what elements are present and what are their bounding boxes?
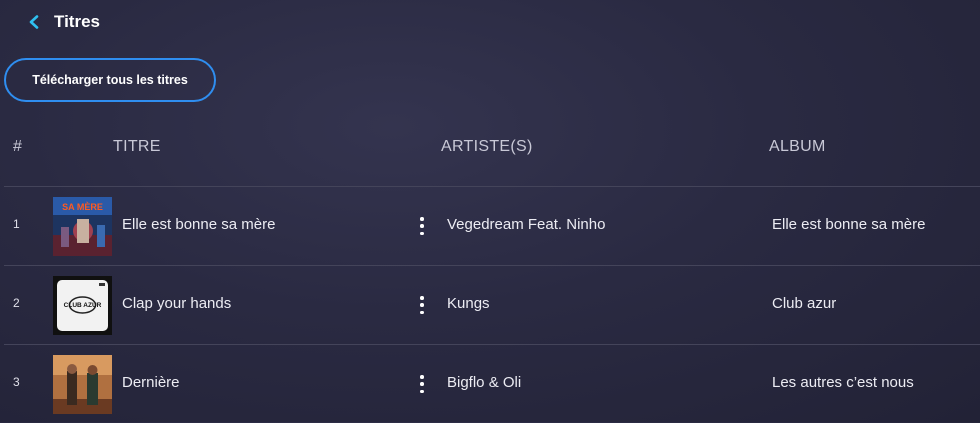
table-row[interactable]: 2 CLUB AZUR Clap your hands Kungs Club a… <box>0 266 980 344</box>
album-cover <box>53 355 112 414</box>
table-row[interactable]: 1 SA MÈRE Elle est bonne sa mère Vegedre… <box>0 187 980 265</box>
track-title[interactable]: Dernière <box>122 374 180 391</box>
album-cover: CLUB AZUR <box>53 276 112 335</box>
download-all-button[interactable]: Télécharger tous les titres <box>4 58 216 102</box>
column-header-number: # <box>13 138 23 155</box>
more-options-icon[interactable] <box>414 375 430 393</box>
track-album[interactable]: Les autres c’est nous <box>772 374 914 391</box>
column-header-artists[interactable]: ARTISTE(S) <box>441 138 533 156</box>
track-title[interactable]: Clap your hands <box>122 295 231 312</box>
table-header: # TITRE ARTISTE(S) ALBUM <box>0 128 980 168</box>
track-number: 2 <box>13 296 20 310</box>
svg-text:SA MÈRE: SA MÈRE <box>62 202 103 212</box>
column-header-album[interactable]: ALBUM <box>769 138 826 156</box>
chevron-left-icon <box>29 15 39 29</box>
track-number: 1 <box>13 217 20 231</box>
track-album[interactable]: Club azur <box>772 295 836 312</box>
track-artist[interactable]: Bigflo & Oli <box>447 374 521 391</box>
table-row[interactable]: 3 Dernière Bigflo & Oli Les autres c’est… <box>0 345 980 423</box>
track-artist[interactable]: Kungs <box>447 295 490 312</box>
svg-text:CLUB AZUR: CLUB AZUR <box>64 302 102 309</box>
more-options-icon[interactable] <box>414 296 430 314</box>
more-options-icon[interactable] <box>414 217 430 235</box>
track-artist[interactable]: Vegedream Feat. Ninho <box>447 216 605 233</box>
column-header-title[interactable]: TITRE <box>113 138 161 156</box>
back-button[interactable] <box>24 12 44 32</box>
track-number: 3 <box>13 375 20 389</box>
track-title[interactable]: Elle est bonne sa mère <box>122 216 275 233</box>
page-header: Titres <box>24 10 100 34</box>
album-cover: SA MÈRE <box>53 197 112 256</box>
page-title: Titres <box>54 12 100 31</box>
track-album[interactable]: Elle est bonne sa mère <box>772 216 925 233</box>
